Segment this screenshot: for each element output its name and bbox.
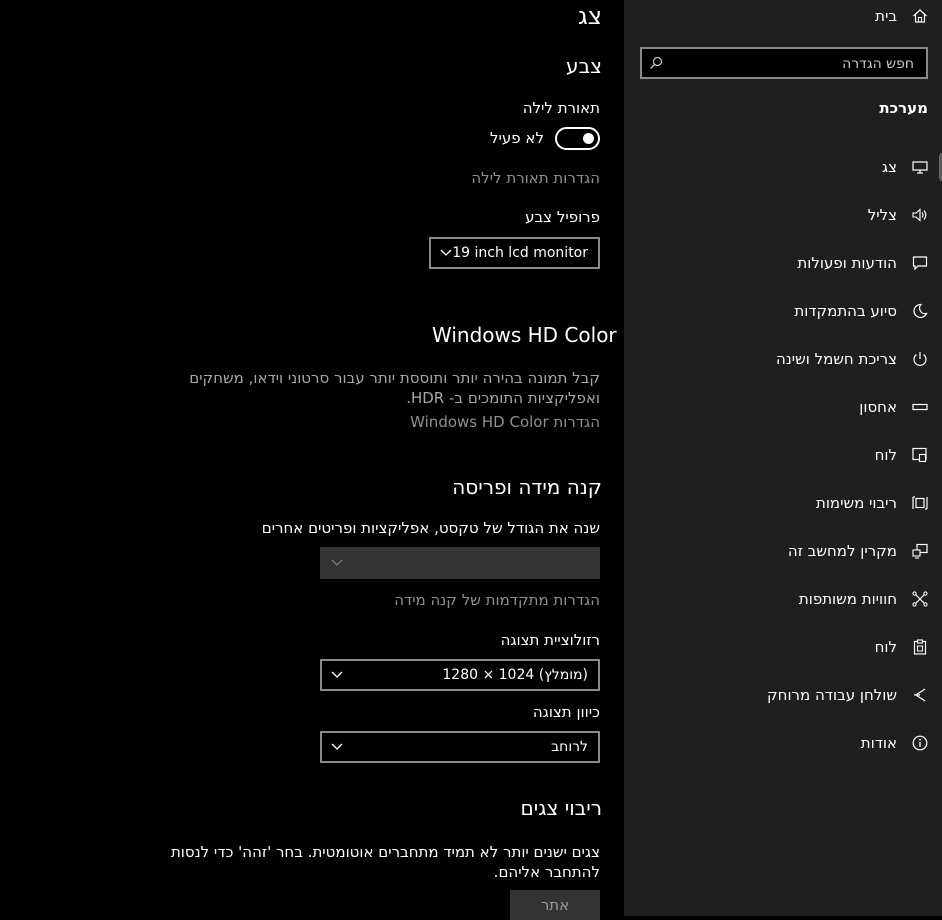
moon-icon	[913, 303, 928, 319]
projecting-icon	[912, 543, 928, 559]
speaker-icon	[912, 208, 927, 222]
hd-color-heading: Windows HD Color	[432, 323, 617, 347]
sidebar-item-about[interactable]: אודות	[624, 719, 942, 767]
page-title: צג	[577, 2, 602, 30]
resolution-label: רזולוציית תצוגה	[500, 631, 600, 649]
sidebar-item-label: צליל	[867, 206, 897, 224]
sidebar-item-focus-assist[interactable]: סיוע בהתמקדות	[624, 287, 942, 335]
monitor-icon	[912, 161, 928, 174]
sidebar-item-power-sleep[interactable]: צריכת חשמל ושינה	[624, 335, 942, 383]
hd-color-description-line1: קבל תמונה בהירה יותר ותוססת יותר עבור סר…	[189, 369, 600, 387]
sidebar-item-tablet[interactable]: לוח	[624, 431, 942, 479]
notification-icon	[912, 256, 928, 271]
multiple-displays-description-line2: להתחבר אליהם.	[493, 863, 600, 881]
hd-color-settings-link[interactable]: הגדרות Windows HD Color	[410, 413, 600, 431]
advanced-scaling-link[interactable]: הגדרות מתקדמות של קנה מידה	[394, 591, 600, 609]
sidebar-item-multitasking[interactable]: ריבוי משימות	[624, 479, 942, 527]
toggle-thumb	[583, 133, 594, 144]
sidebar-item-notifications[interactable]: הודעות ופעולות	[624, 239, 942, 287]
color-profile-label: פרופיל צבע	[525, 208, 600, 226]
night-light-settings-link[interactable]: הגדרות תאורת לילה	[471, 169, 600, 187]
color-heading: צבע	[566, 54, 602, 78]
sidebar-item-label: מקרין למחשב זה	[787, 542, 897, 560]
shared-experiences-icon	[912, 591, 928, 607]
color-profile-value: 19 inch lcd monitor	[452, 245, 588, 261]
scale-layout-heading: קנה מידה ופריסה	[452, 475, 602, 499]
night-light-label: תאורת לילה	[522, 99, 600, 117]
sidebar-item-sound[interactable]: צליל	[624, 191, 942, 239]
section-title: מערכת	[879, 99, 928, 117]
chevron-down-icon	[440, 249, 452, 256]
remote-desktop-icon	[914, 688, 926, 702]
multiple-displays-heading: ריבוי צגים	[520, 796, 602, 820]
orientation-value: לרוחב	[551, 739, 588, 755]
night-light-toggle[interactable]	[555, 127, 600, 150]
hd-color-description-line2: ואפליקציות התומכים ב- HDR.	[406, 389, 600, 407]
sidebar-item-label: שולחן עבודה מרוחק	[767, 686, 897, 704]
sidebar-home-label: בית	[875, 7, 897, 25]
search-icon[interactable]	[649, 56, 663, 70]
resolution-dropdown[interactable]: 1280 × 1024 (מומלץ)	[320, 659, 600, 691]
scale-dropdown[interactable]	[320, 547, 600, 579]
sidebar-item-display[interactable]: צג	[624, 143, 942, 191]
sidebar-item-label: צריכת חשמל ושינה	[775, 350, 897, 368]
sidebar-item-label: הודעות ופעולות	[797, 254, 897, 272]
orientation-label: כיוון תצוגה	[532, 703, 600, 721]
sidebar-item-label: לוח	[874, 446, 897, 464]
resolution-value: 1280 × 1024 (מומלץ)	[442, 667, 588, 683]
home-icon	[913, 9, 927, 23]
multiple-displays-description-line1: צגים ישנים יותר לא תמיד מתחברים אוטומטית…	[170, 843, 600, 861]
orientation-dropdown[interactable]: לרוחב	[320, 731, 600, 763]
sidebar-home[interactable]: בית	[624, 0, 942, 40]
chevron-down-icon	[331, 671, 343, 678]
clipboard-icon	[913, 639, 927, 655]
sidebar-item-remote-desktop[interactable]: שולחן עבודה מרוחק	[624, 671, 942, 719]
sidebar-item-clipboard[interactable]: לוח	[624, 623, 942, 671]
tablet-icon	[912, 447, 927, 463]
power-icon	[913, 352, 927, 366]
info-icon	[912, 735, 928, 751]
sidebar-item-label: ריבוי משימות	[815, 494, 897, 512]
sidebar-item-projecting[interactable]: מקרין למחשב זה	[624, 527, 942, 575]
search-input[interactable]	[672, 49, 916, 79]
night-light-state: לא פעיל	[490, 129, 544, 147]
search-box[interactable]	[640, 47, 928, 79]
sidebar-item-label: לוח	[874, 638, 897, 656]
color-profile-dropdown[interactable]: 19 inch lcd monitor	[429, 237, 600, 269]
chevron-down-icon	[331, 559, 343, 566]
chevron-down-icon	[331, 743, 343, 750]
sidebar-item-storage[interactable]: אחסון	[624, 383, 942, 431]
sidebar-item-label: סיוע בהתמקדות	[794, 302, 897, 320]
sidebar-item-label: אחסון	[859, 398, 897, 416]
sidebar-item-shared-experiences[interactable]: חוויות משותפות	[624, 575, 942, 623]
storage-icon	[912, 403, 928, 411]
sidebar-item-label: חוויות משותפות	[798, 590, 897, 608]
scale-label: שנה את הגודל של טקסט, אפליקציות ופריטים …	[261, 519, 600, 537]
sidebar-item-label: צג	[881, 158, 897, 176]
multitasking-icon	[912, 496, 928, 510]
sidebar: בית מערכת צג צליל הודעות ופעולות	[624, 0, 942, 916]
sidebar-item-label: אודות	[860, 734, 897, 752]
